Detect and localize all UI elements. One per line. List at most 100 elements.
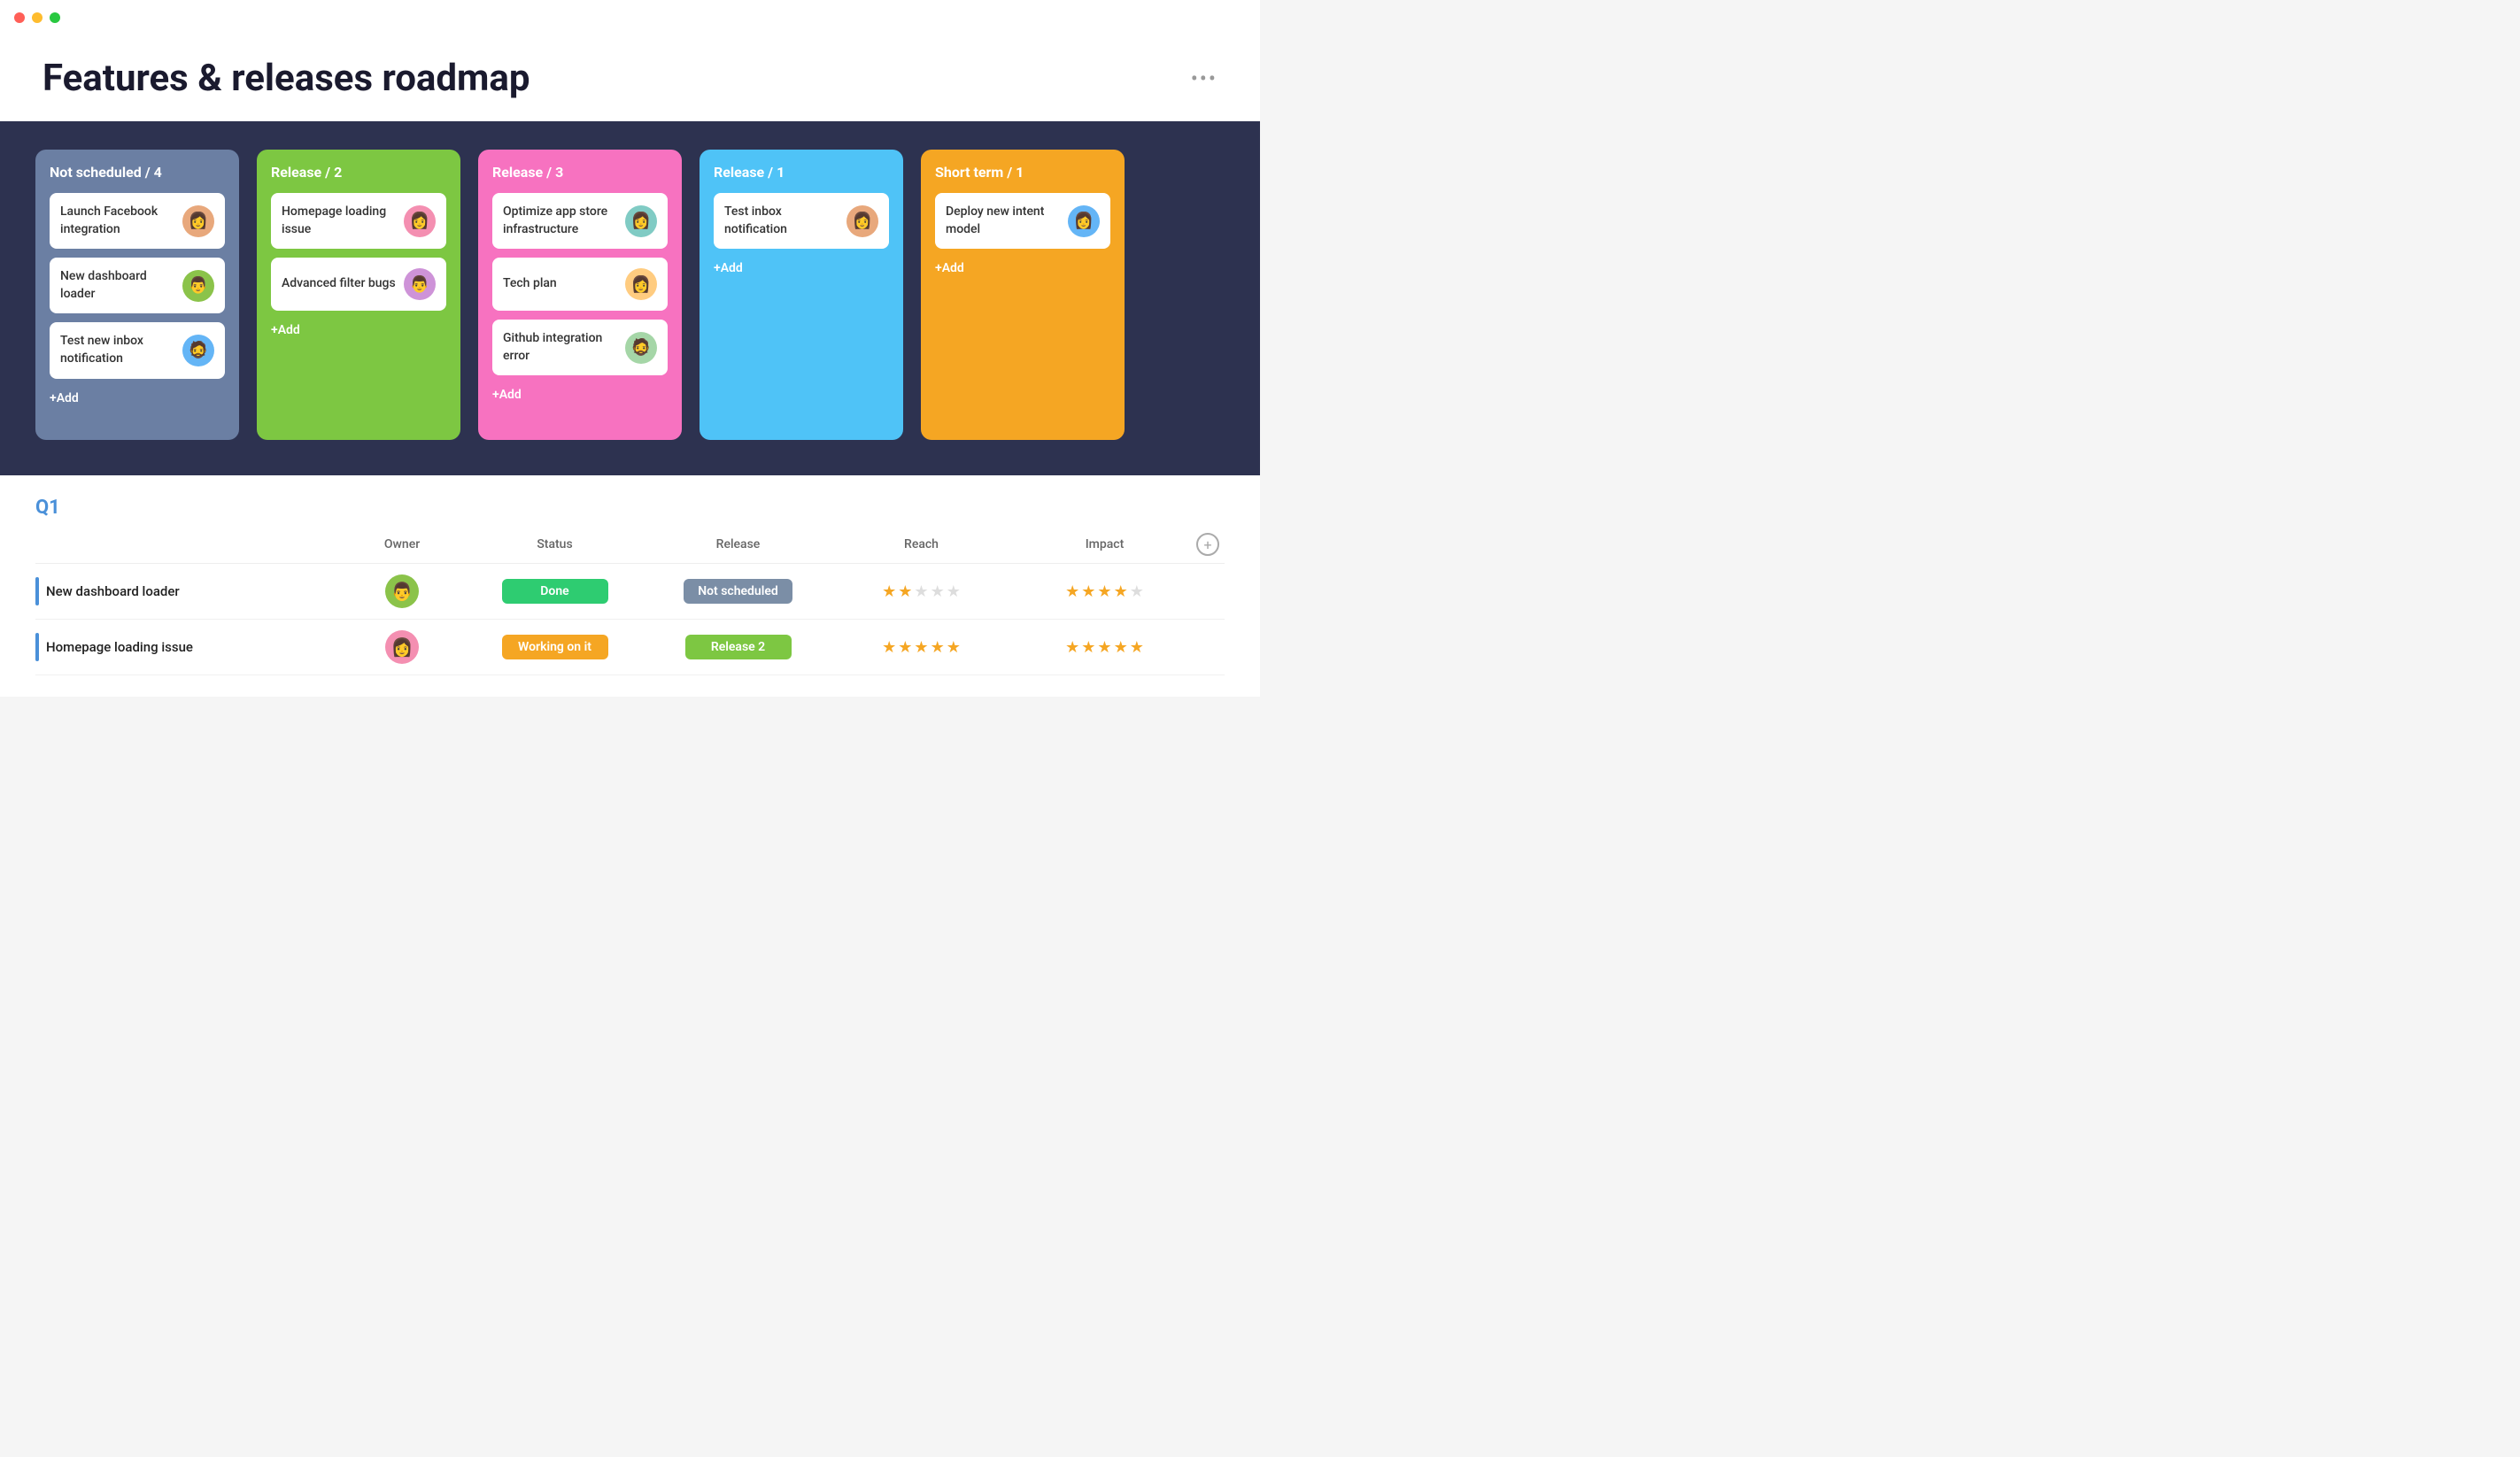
card[interactable]: Launch Facebook integration👩 <box>50 193 225 249</box>
star-filled[interactable]: ★ <box>898 582 912 601</box>
star-empty[interactable]: ★ <box>914 582 928 601</box>
add-card-button[interactable]: +Add <box>492 388 668 402</box>
card[interactable]: New dashboard loader👨 <box>50 258 225 313</box>
reach-stars: ★★★★★ <box>882 582 961 601</box>
page-title: Features & releases roadmap <box>43 57 530 100</box>
card-text: Launch Facebook integration <box>60 204 175 238</box>
avatar: 👩 <box>625 205 657 237</box>
card-text: Test inbox notification <box>724 204 839 238</box>
column-header: Release / 1 <box>714 164 889 181</box>
avatar: 👩 <box>385 630 419 664</box>
star-filled[interactable]: ★ <box>882 582 896 601</box>
star-filled[interactable]: ★ <box>1130 638 1144 657</box>
row-name-text: New dashboard loader <box>46 583 180 599</box>
add-card-button[interactable]: +Add <box>714 261 889 275</box>
column-release-3: Release / 3 Optimize app store infrastruc… <box>478 150 682 440</box>
avatar: 🧔 <box>182 335 214 366</box>
avatar: 👩 <box>404 205 436 237</box>
more-button[interactable]: ••• <box>1191 66 1217 91</box>
status-badge: Working on it <box>502 635 608 659</box>
card[interactable]: Homepage loading issue👩 <box>271 193 446 249</box>
table-row[interactable]: Homepage loading issue 👩 Working on it Rele… <box>35 620 1225 675</box>
col-header-release: Release <box>646 537 830 551</box>
star-filled[interactable]: ★ <box>1114 638 1128 657</box>
section-label: Q1 <box>35 497 1225 519</box>
row-impact-cell: ★★★★★ <box>1013 582 1196 601</box>
title-bar <box>0 0 1260 35</box>
star-empty[interactable]: ★ <box>1130 582 1144 601</box>
row-owner-cell: 👨 <box>341 574 463 608</box>
add-card-button[interactable]: +Add <box>935 261 1110 275</box>
row-release-cell[interactable]: Release 2 <box>646 635 830 659</box>
star-empty[interactable]: ★ <box>947 582 961 601</box>
star-filled[interactable]: ★ <box>1097 582 1111 601</box>
card-text: Deploy new intent model <box>946 204 1061 238</box>
add-card-button[interactable]: +Add <box>271 323 446 337</box>
card[interactable]: Advanced filter bugs👨 <box>271 258 446 311</box>
card-text: Tech plan <box>503 275 618 293</box>
row-impact-cell: ★★★★★ <box>1013 638 1196 657</box>
card[interactable]: Deploy new intent model👩 <box>935 193 1110 249</box>
row-reach-cell: ★★★★★ <box>830 638 1013 657</box>
column-header: Short term / 1 <box>935 164 1110 181</box>
star-filled[interactable]: ★ <box>1065 582 1079 601</box>
card[interactable]: Test inbox notification👩 <box>714 193 889 249</box>
col-header-plus: + <box>1196 533 1225 556</box>
col-header-owner: Owner <box>341 537 463 551</box>
traffic-light-red[interactable] <box>14 12 25 23</box>
column-release-2: Release / 2 Homepage loading issue👩 Advanc… <box>257 150 460 440</box>
column-header: Not scheduled / 4 <box>50 164 225 181</box>
add-card-button[interactable]: +Add <box>50 391 225 405</box>
table: Owner Status Release Reach Impact + New … <box>35 533 1225 675</box>
row-status-cell[interactable]: Done <box>463 579 646 604</box>
impact-stars: ★★★★★ <box>1065 638 1144 657</box>
table-rows: New dashboard loader👨DoneNot scheduled★★… <box>35 564 1225 675</box>
star-filled[interactable]: ★ <box>1097 638 1111 657</box>
card-text: Github integration error <box>503 330 618 365</box>
star-filled[interactable]: ★ <box>898 638 912 657</box>
table-row[interactable]: New dashboard loader👨DoneNot scheduled★★… <box>35 564 1225 620</box>
board-area: Not scheduled / 4 Launch Facebook integra… <box>0 121 1260 475</box>
add-column-button[interactable]: + <box>1196 533 1219 556</box>
column-short-term: Short term / 1 Deploy new intent model👩 +A… <box>921 150 1125 440</box>
star-filled[interactable]: ★ <box>882 638 896 657</box>
card-text: New dashboard loader <box>60 268 175 303</box>
row-name-cell: Homepage loading issue <box>35 633 341 661</box>
card-text: Test new inbox notification <box>60 333 175 367</box>
card[interactable]: Github integration error🧔 <box>492 320 668 375</box>
status-badge: Done <box>502 579 608 604</box>
row-release-cell[interactable]: Not scheduled <box>646 579 830 604</box>
star-filled[interactable]: ★ <box>1114 582 1128 601</box>
impact-stars: ★★★★★ <box>1065 582 1144 601</box>
avatar: 🧔 <box>625 332 657 364</box>
col-header-reach: Reach <box>830 537 1013 551</box>
release-badge: Not scheduled <box>684 579 792 604</box>
col-header-status: Status <box>463 537 646 551</box>
star-filled[interactable]: ★ <box>1065 638 1079 657</box>
row-status-cell[interactable]: Working on it <box>463 635 646 659</box>
table-header-row: Owner Status Release Reach Impact + <box>35 533 1225 564</box>
row-reach-cell: ★★★★★ <box>830 582 1013 601</box>
card[interactable]: Test new inbox notification🧔 <box>50 322 225 378</box>
star-empty[interactable]: ★ <box>931 582 945 601</box>
star-filled[interactable]: ★ <box>931 638 945 657</box>
reach-stars: ★★★★★ <box>882 638 961 657</box>
column-header: Release / 2 <box>271 164 446 181</box>
row-border-indicator <box>35 577 39 605</box>
star-filled[interactable]: ★ <box>914 638 928 657</box>
avatar: 👩 <box>846 205 878 237</box>
avatar: 👩 <box>1068 205 1100 237</box>
traffic-light-yellow[interactable] <box>32 12 43 23</box>
card-text: Homepage loading issue <box>282 204 397 238</box>
card[interactable]: Optimize app store infrastructure👩 <box>492 193 668 249</box>
card[interactable]: Tech plan👩 <box>492 258 668 311</box>
row-owner-cell: 👩 <box>341 630 463 664</box>
release-badge: Release 2 <box>685 635 792 659</box>
column-header: Release / 3 <box>492 164 668 181</box>
star-filled[interactable]: ★ <box>1081 582 1095 601</box>
star-filled[interactable]: ★ <box>947 638 961 657</box>
row-name-text: Homepage loading issue <box>46 639 193 655</box>
avatar: 👨 <box>182 270 214 302</box>
star-filled[interactable]: ★ <box>1081 638 1095 657</box>
traffic-light-green[interactable] <box>50 12 60 23</box>
